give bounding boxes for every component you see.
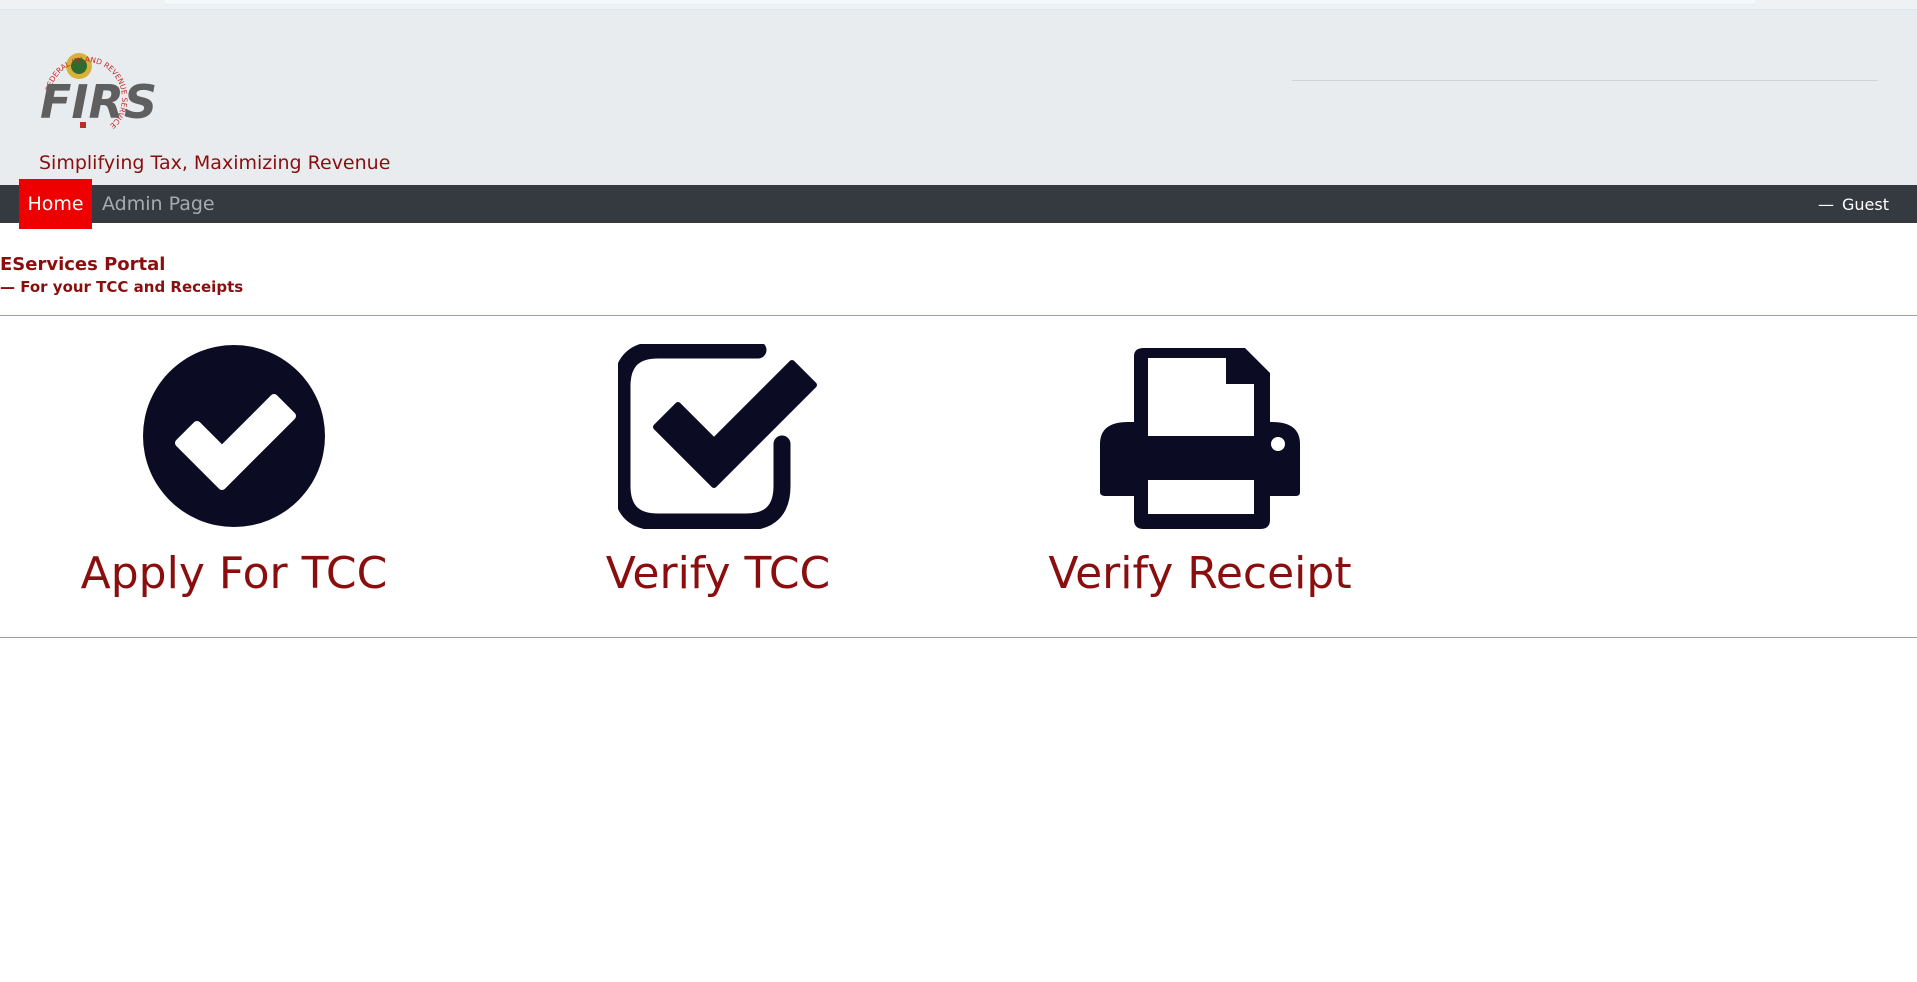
header-divider [1292, 80, 1878, 81]
main-navbar: Home Admin Page — Guest [0, 179, 1917, 229]
logo-wordmark: FIRS [40, 75, 156, 129]
check-square-icon [618, 344, 817, 529]
firs-logo[interactable]: FEDERAL INLAND REVENUE SERVICE FIRS [36, 48, 156, 148]
card-label: Verify TCC [605, 548, 831, 599]
nav-item-admin-page[interactable]: Admin Page [102, 185, 215, 223]
section-divider-bottom [0, 637, 1917, 638]
card-verify-tcc[interactable]: Verify TCC [528, 340, 908, 610]
browser-top-strip-inner [165, 0, 1755, 5]
user-prefix: — [1818, 194, 1834, 214]
card-label: Verify Receipt [1048, 548, 1352, 599]
section-divider-top [0, 315, 1917, 316]
site-tagline: Simplifying Tax, Maximizing Revenue [39, 152, 391, 174]
user-name: Guest [1842, 194, 1889, 214]
browser-top-strip [0, 0, 1917, 10]
card-label: Apply For TCC [80, 548, 388, 599]
site-header: FEDERAL INLAND REVENUE SERVICE FIRS Simp… [0, 10, 1917, 185]
card-apply-for-tcc[interactable]: Apply For TCC [44, 340, 424, 610]
portal-title: EServices Portal [0, 254, 166, 275]
logo-red-dot [80, 122, 86, 128]
print-icon [1100, 348, 1300, 529]
nav-item-home[interactable]: Home [19, 179, 92, 229]
user-menu[interactable]: — Guest [1818, 185, 1889, 223]
check-circle-icon [143, 345, 325, 527]
card-verify-receipt[interactable]: Verify Receipt [1010, 340, 1390, 610]
portal-subtitle: — For your TCC and Receipts [0, 278, 244, 296]
